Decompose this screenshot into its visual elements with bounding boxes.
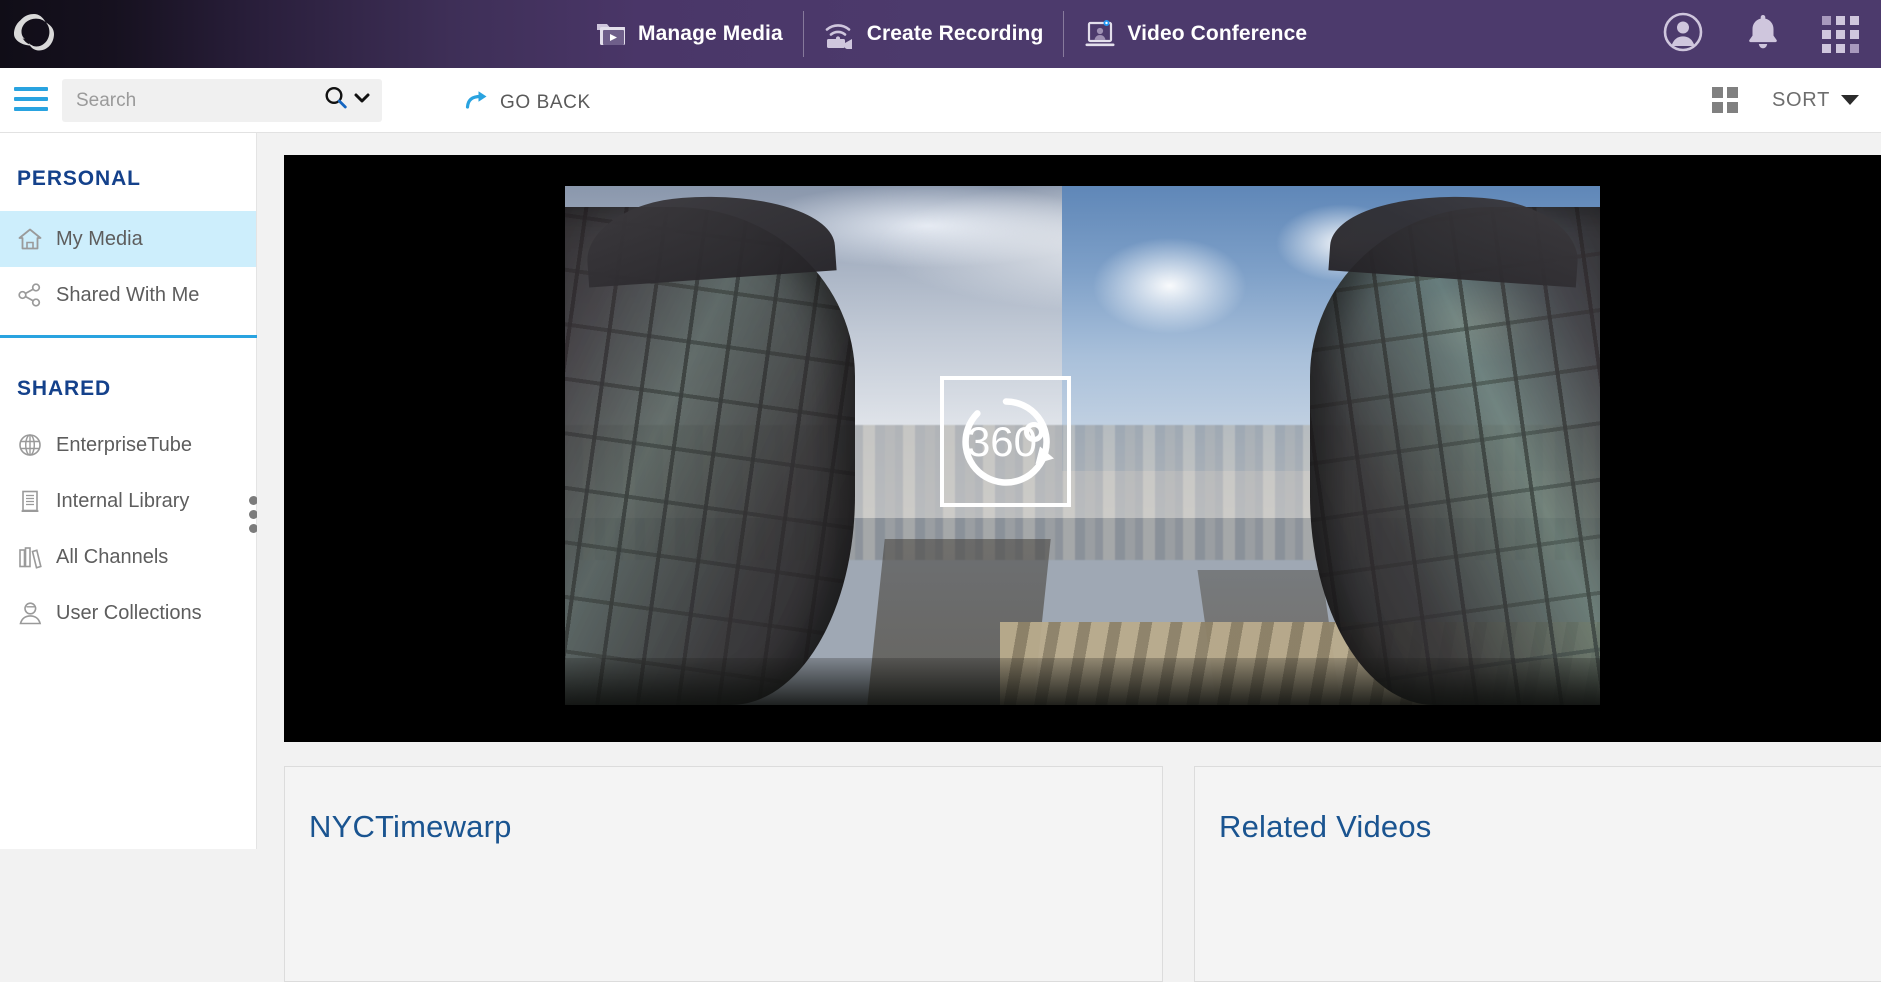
search-input[interactable]: [62, 80, 323, 121]
toolbar-right-group: SORT: [1712, 68, 1859, 132]
nav-create-recording[interactable]: Create Recording: [804, 8, 1064, 60]
go-back-label: GO BACK: [500, 92, 591, 114]
sidebar-item-enterprisetube[interactable]: EnterpriseTube: [0, 417, 256, 473]
laptop-webcam-icon: [1084, 19, 1116, 49]
sidebar-item-internal-library-label: Internal Library: [56, 490, 189, 513]
share-nodes-icon: [17, 282, 43, 308]
video-360-frame[interactable]: 360: [565, 186, 1600, 705]
search-actions: [323, 85, 382, 116]
video-360-badge[interactable]: 360: [940, 376, 1071, 507]
building-icon: [17, 488, 43, 514]
sidebar-item-my-media[interactable]: My Media: [0, 211, 256, 267]
go-back-button[interactable]: GO BACK: [465, 89, 591, 116]
search-magnifier-icon[interactable]: [323, 85, 349, 116]
user-group-icon: [17, 600, 43, 626]
grid-view-icon[interactable]: [1712, 87, 1738, 113]
brand-swirl-logo[interactable]: [8, 8, 60, 60]
nav-create-recording-label: Create Recording: [867, 22, 1044, 46]
sidebar-item-my-media-label: My Media: [56, 228, 143, 251]
badge-360-text: 360: [966, 418, 1036, 465]
top-navigation-bar: Manage Media Create Recording: [0, 0, 1881, 68]
home-icon: [17, 226, 43, 252]
sort-label: SORT: [1772, 89, 1830, 112]
caret-down-icon: [1841, 95, 1859, 105]
main-content-area: 360 NYCTimewarp Related Videos: [257, 133, 1881, 849]
video-player[interactable]: 360: [284, 155, 1881, 742]
sidebar-item-internal-library[interactable]: Internal Library: [0, 473, 256, 529]
sidebar-item-user-collections[interactable]: User Collections: [0, 585, 256, 641]
secondary-toolbar: GO BACK SORT: [0, 68, 1881, 133]
related-videos-card: Related Videos: [1194, 766, 1881, 982]
folder-play-icon: [595, 19, 627, 49]
nav-manage-media-label: Manage Media: [638, 22, 783, 46]
user-account-icon[interactable]: [1662, 11, 1704, 58]
primary-nav-group: Manage Media Create Recording: [575, 0, 1327, 68]
video-details-card: NYCTimewarp: [284, 766, 1163, 982]
hamburger-menu-icon[interactable]: [14, 87, 48, 111]
sidebar-item-shared-with-me-label: Shared With Me: [56, 284, 199, 307]
top-right-icon-group: [1662, 0, 1859, 68]
notification-bell-icon[interactable]: [1746, 12, 1780, 57]
sidebar-divider: [0, 335, 257, 338]
wifi-camera-icon: [824, 19, 856, 49]
nav-video-conference-label: Video Conference: [1127, 22, 1307, 46]
panorama-image: [565, 186, 1600, 705]
sort-button[interactable]: SORT: [1772, 89, 1859, 112]
sidebar-item-enterprisetube-label: EnterpriseTube: [56, 434, 192, 457]
sidebar-item-all-channels[interactable]: All Channels: [0, 529, 256, 585]
globe-icon: [17, 432, 43, 458]
sidebar-item-user-collections-label: User Collections: [56, 602, 202, 625]
nav-manage-media[interactable]: Manage Media: [575, 8, 803, 60]
panorama-bottom-edge: [565, 658, 1600, 705]
search-box[interactable]: [62, 79, 382, 122]
arrow-return-icon: [465, 89, 489, 116]
chevron-down-icon[interactable]: [352, 88, 372, 113]
navigation-sidebar: PERSONAL My Media Shared With Me SHARED: [0, 133, 257, 849]
books-icon: [17, 544, 43, 570]
page-title: NYCTimewarp: [285, 767, 1162, 845]
sidebar-item-shared-with-me[interactable]: Shared With Me: [0, 267, 256, 323]
sidebar-section-personal-header: PERSONAL: [0, 133, 256, 191]
apps-grid-icon[interactable]: [1822, 16, 1859, 53]
related-videos-title: Related Videos: [1195, 767, 1881, 845]
nav-video-conference[interactable]: Video Conference: [1064, 8, 1327, 60]
sidebar-item-all-channels-label: All Channels: [56, 546, 168, 569]
